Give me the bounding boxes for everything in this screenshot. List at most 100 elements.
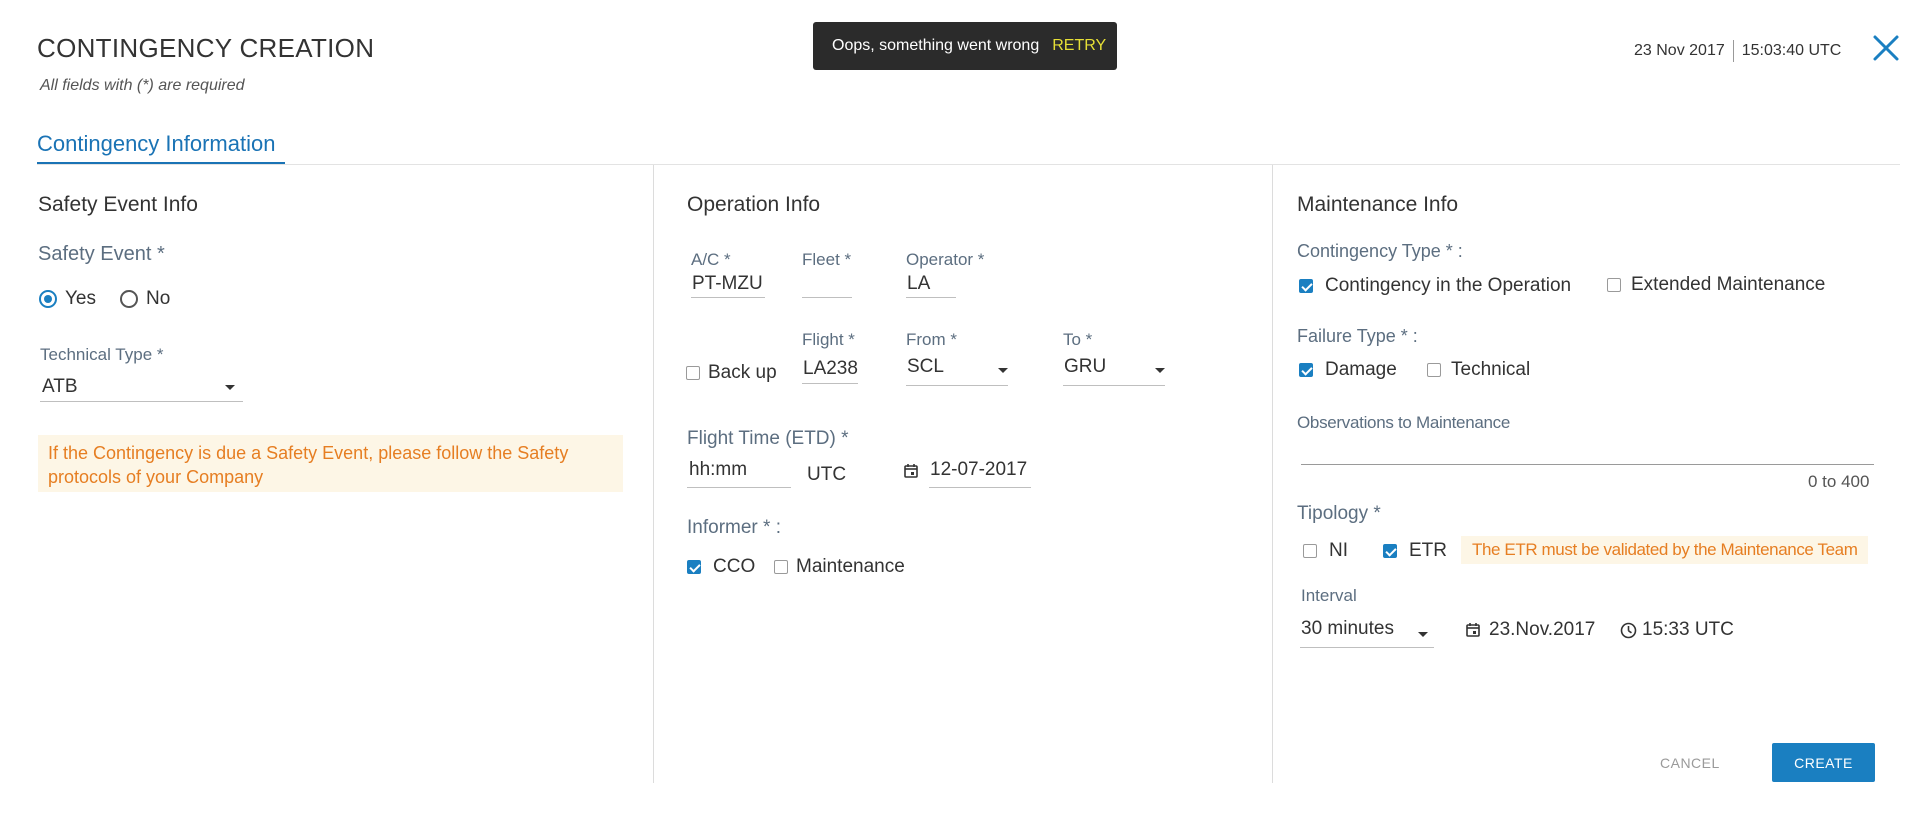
flight-time-utc: UTC xyxy=(807,464,847,485)
technical-type-select[interactable]: ATB xyxy=(40,372,243,402)
operator-label: Operator * xyxy=(906,250,985,269)
current-datetime: 23 Nov 2017 15:03:40 UTC xyxy=(1634,40,1841,62)
interval-time: 15:33 UTC xyxy=(1642,619,1734,640)
field-underline xyxy=(1301,464,1874,465)
tab-contingency-information[interactable]: Contingency Information xyxy=(37,131,275,157)
close-icon[interactable] xyxy=(1870,32,1902,64)
from-label: From * xyxy=(906,330,957,349)
informer-maintenance-checkbox[interactable] xyxy=(774,560,788,574)
contingency-type-label: Contingency Type * : xyxy=(1297,241,1463,261)
select-underline xyxy=(1063,385,1165,386)
from-select[interactable]: SCL xyxy=(906,356,1008,386)
fleet-field[interactable] xyxy=(802,272,852,298)
informer-label: Informer * : xyxy=(687,517,781,538)
select-underline xyxy=(1300,647,1434,648)
field-underline xyxy=(802,383,858,384)
column-divider xyxy=(653,165,654,783)
flight-date-input[interactable]: 12-07-2017 xyxy=(929,456,1031,488)
flight-field[interactable]: LA238 xyxy=(802,356,858,384)
failure-type-label: Failure Type * : xyxy=(1297,326,1418,346)
contingency-in-operation-label: Contingency in the Operation xyxy=(1325,275,1572,296)
etr-option[interactable]: ETR xyxy=(1383,540,1447,562)
extended-maintenance-label: Extended Maintenance xyxy=(1631,274,1826,295)
flight-label: Flight * xyxy=(802,330,855,349)
column-divider xyxy=(1272,165,1273,783)
interval-label: Interval xyxy=(1301,586,1357,605)
safety-warning: If the Contingency is due a Safety Event… xyxy=(38,435,623,492)
informer-maintenance-label: Maintenance xyxy=(796,556,905,577)
tab-bar-divider xyxy=(37,164,1900,165)
operator-value: LA xyxy=(907,273,931,294)
required-fields-note: All fields with (*) are required xyxy=(40,77,245,94)
technical-type-value: ATB xyxy=(42,376,78,397)
fleet-label: Fleet * xyxy=(802,250,852,269)
observations-counter: 0 to 400 xyxy=(1808,472,1870,491)
safety-event-info-heading: Safety Event Info xyxy=(38,193,198,216)
technical-option[interactable]: Technical xyxy=(1427,359,1530,381)
chevron-down-icon xyxy=(225,385,235,390)
clock-icon xyxy=(1620,622,1637,639)
current-time: 15:03:40 UTC xyxy=(1741,42,1842,59)
ac-field[interactable]: PT-MZU xyxy=(691,272,765,298)
current-date: 23 Nov 2017 xyxy=(1634,42,1725,59)
cancel-button[interactable]: CANCEL xyxy=(1660,755,1720,771)
informer-cco-checkbox[interactable] xyxy=(687,560,701,574)
safety-event-no-label: No xyxy=(146,288,171,309)
damage-option[interactable]: Damage xyxy=(1299,359,1397,381)
contingency-in-operation-checkbox[interactable] xyxy=(1299,279,1313,293)
ni-checkbox[interactable] xyxy=(1303,544,1317,558)
operator-field[interactable]: LA xyxy=(906,272,956,298)
operation-info-heading: Operation Info xyxy=(687,193,821,216)
tipology-label: Tipology * xyxy=(1297,503,1381,524)
etr-warning: The ETR must be validated by the Mainten… xyxy=(1461,536,1869,564)
field-underline xyxy=(906,297,956,298)
backup-label: Back up xyxy=(708,362,777,383)
observations-textarea[interactable] xyxy=(1301,440,1874,465)
error-toast: Oops, something went wrong RETRY xyxy=(813,22,1117,70)
field-underline xyxy=(687,487,791,488)
extended-maintenance-option[interactable]: Extended Maintenance xyxy=(1607,274,1825,296)
extended-maintenance-checkbox[interactable] xyxy=(1607,278,1621,292)
select-underline xyxy=(906,385,1008,386)
backup-checkbox[interactable] xyxy=(686,366,700,380)
retry-button[interactable]: RETRY xyxy=(1052,37,1106,55)
field-underline xyxy=(691,297,765,298)
ni-label: NI xyxy=(1329,540,1348,561)
damage-label: Damage xyxy=(1325,359,1397,380)
calendar-icon xyxy=(1465,622,1481,638)
safety-event-yes-radio[interactable] xyxy=(39,290,57,308)
calendar-icon[interactable] xyxy=(903,463,919,479)
ac-value: PT-MZU xyxy=(692,273,763,294)
field-underline xyxy=(929,487,1031,488)
chevron-down-icon xyxy=(1155,368,1165,373)
to-label: To * xyxy=(1063,330,1093,349)
select-underline xyxy=(40,401,243,402)
informer-maintenance-option[interactable]: Maintenance xyxy=(774,556,905,578)
safety-event-no-option[interactable]: No xyxy=(120,288,170,310)
etr-checkbox[interactable] xyxy=(1383,544,1397,558)
etr-label: ETR xyxy=(1409,540,1447,561)
technical-type-label: Technical Type * xyxy=(40,345,164,364)
to-value: GRU xyxy=(1064,356,1107,377)
flight-time-label: Flight Time (ETD) * xyxy=(687,428,849,449)
informer-cco-option[interactable]: CCO xyxy=(687,556,755,578)
to-select[interactable]: GRU xyxy=(1063,356,1165,386)
damage-checkbox[interactable] xyxy=(1299,363,1313,377)
create-button[interactable]: CREATE xyxy=(1772,743,1875,782)
backup-option[interactable]: Back up xyxy=(686,362,777,384)
safety-event-label: Safety Event * xyxy=(38,243,165,265)
maintenance-info-heading: Maintenance Info xyxy=(1297,193,1459,216)
toast-message: Oops, something went wrong xyxy=(832,37,1040,54)
from-value: SCL xyxy=(907,356,944,377)
chevron-down-icon xyxy=(1418,632,1428,637)
ni-option[interactable]: NI xyxy=(1303,540,1348,562)
datetime-separator xyxy=(1732,40,1734,62)
flight-time-input[interactable]: hh:mm xyxy=(687,456,791,488)
technical-checkbox[interactable] xyxy=(1427,363,1441,377)
interval-value: 30 minutes xyxy=(1301,618,1394,639)
interval-select[interactable]: 30 minutes xyxy=(1300,614,1434,648)
safety-event-no-radio[interactable] xyxy=(120,290,138,308)
contingency-in-operation-option[interactable]: Contingency in the Operation xyxy=(1299,275,1571,297)
chevron-down-icon xyxy=(998,368,1008,373)
safety-event-yes-option[interactable]: Yes xyxy=(39,288,96,310)
